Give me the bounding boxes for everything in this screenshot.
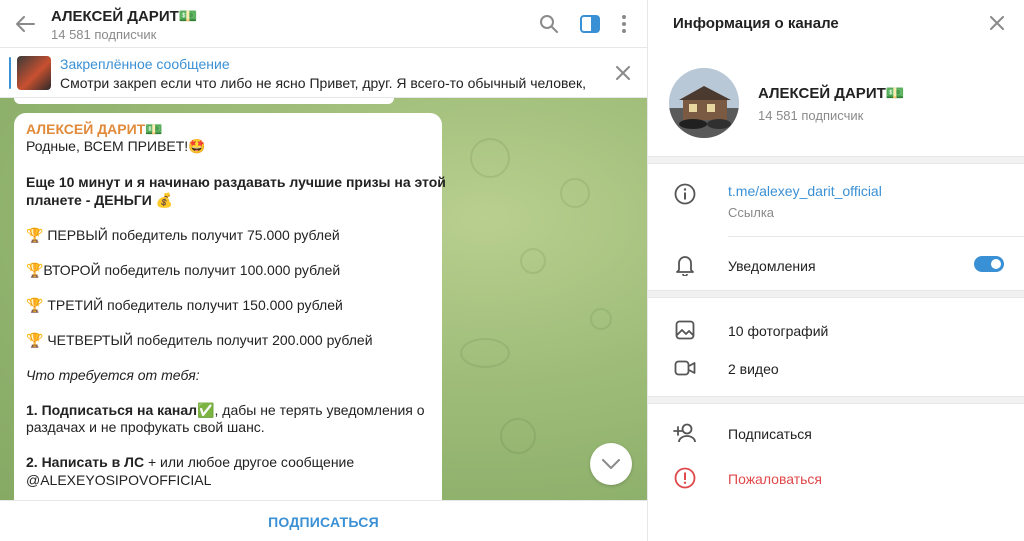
- channel-subscribers: 14 581 подписчик: [51, 27, 157, 42]
- step-1-continued: раздачах и не профукать свой шанс.: [26, 419, 265, 435]
- videos-link[interactable]: 2 видео: [728, 361, 779, 377]
- video-icon: [674, 360, 696, 376]
- sidebar-toggle-icon: [580, 15, 600, 33]
- info-subscribers: 14 581 подписчик: [758, 108, 864, 123]
- back-button[interactable]: [12, 12, 38, 36]
- close-icon: [616, 66, 630, 80]
- pinned-message-bar[interactable]: Закреплённое сообщение Смотри закреп есл…: [0, 48, 647, 98]
- report-icon: [674, 467, 696, 489]
- prize-line: 🏆ВТОРОЙ победитель получит 100.000 рубле…: [26, 262, 341, 278]
- pinned-close-button[interactable]: [612, 62, 634, 84]
- chat-footer: ПОДПИСАТЬСЯ: [0, 500, 647, 541]
- divider: [648, 396, 1024, 404]
- prize-line: 🏆 ПЕРВЫЙ победитель получит 75.000 рубле…: [26, 227, 340, 243]
- channel-avatar[interactable]: [669, 68, 739, 138]
- chat-header: АЛЕКСЕЙ ДАРИТ💵 14 581 подписчик: [0, 0, 647, 48]
- info-panel-title: Информация о канале: [673, 15, 839, 32]
- step-1-bold: 1. Подписаться на канал✅: [26, 402, 215, 418]
- prize-line: 🏆 ЧЕТВЕРТЫЙ победитель получит 200.000 р…: [26, 332, 373, 348]
- channel-title[interactable]: АЛЕКСЕЙ ДАРИТ💵: [51, 7, 197, 25]
- report-button[interactable]: Пожаловаться: [728, 471, 822, 487]
- videos-row-icon: [672, 355, 698, 381]
- info-subscribe-button[interactable]: Подписаться: [728, 426, 812, 442]
- photo-icon: [675, 320, 695, 340]
- info-icon: [674, 183, 696, 205]
- bell-icon: [676, 256, 694, 276]
- divider: [648, 156, 1024, 164]
- step-1: 1. Подписаться на канал✅, дабы не терять…: [26, 402, 425, 419]
- notifications-label: Уведомления: [728, 258, 816, 274]
- requirements-heading: Что требуется от тебя:: [26, 367, 200, 383]
- message-greeting: Родные, ВСЕМ ПРИВЕТ!🤩: [26, 138, 206, 154]
- sidebar-toggle-button[interactable]: [577, 11, 603, 37]
- pinned-indicator: [9, 57, 11, 89]
- message-author[interactable]: АЛЕКСЕЙ ДАРИТ💵: [26, 121, 163, 138]
- photos-row-icon: [672, 317, 698, 343]
- prize-line: 🏆 ТРЕТИЙ победитель получит 150.000 рубл…: [26, 297, 343, 313]
- chevron-down-icon: [602, 459, 620, 469]
- divider: [728, 236, 1024, 237]
- info-channel-name: АЛЕКСЕЙ ДАРИТ💵: [758, 85, 905, 102]
- pinned-thumbnail: [17, 56, 51, 90]
- channel-info-panel: Информация о канале АЛЕКСЕЙ ДАРИТ💵 14 58…: [647, 0, 1024, 541]
- notifications-row-icon: [672, 252, 698, 278]
- message-headline-2: планете - ДЕНЬГИ 💰: [26, 192, 174, 208]
- channel-link-label: Ссылка: [728, 205, 775, 220]
- pinned-title: Закреплённое сообщение: [60, 56, 230, 72]
- report-row-icon: [672, 465, 698, 491]
- channel-message: АЛЕКСЕЙ ДАРИТ💵 Родные, ВСЕМ ПРИВЕТ!🤩 Еще…: [14, 113, 446, 513]
- info-close-button[interactable]: [986, 12, 1008, 34]
- scroll-down-button[interactable]: [590, 443, 632, 485]
- close-icon: [990, 16, 1004, 30]
- step-2-rest: + или любое другое сообщение: [144, 454, 355, 470]
- previous-message-tail: [14, 98, 394, 104]
- subscribe-button[interactable]: ПОДПИСАТЬСЯ: [0, 501, 647, 541]
- message-headline: Еще 10 минут и я начинаю раздавать лучши…: [26, 174, 446, 190]
- avatar-image: [669, 68, 739, 138]
- info-row-icon: [672, 181, 698, 207]
- subscribe-row-icon: [672, 420, 698, 446]
- step-2-bold: 2. Написать в ЛС: [26, 454, 145, 470]
- pinned-text: Смотри закреп если что либо не ясно Прив…: [60, 75, 590, 91]
- step-1-rest: , дабы не терять уведомления о: [214, 402, 425, 418]
- channel-link[interactable]: t.me/alexey_darit_official: [728, 183, 882, 199]
- back-arrow-icon: [16, 16, 35, 32]
- chat-pane: АЛЕКСЕЙ ДАРИТ💵 14 581 подписчик Закреплё…: [0, 0, 647, 541]
- search-button[interactable]: [536, 11, 562, 37]
- more-button[interactable]: [611, 11, 637, 37]
- toggle-knob: [989, 257, 1003, 271]
- notifications-toggle[interactable]: [974, 256, 1004, 272]
- more-vertical-icon: [622, 15, 626, 33]
- step-2-link[interactable]: @ALEXEYOSIPOVOFFICIAL: [26, 472, 211, 488]
- search-icon: [540, 15, 558, 33]
- photos-link[interactable]: 10 фотографий: [728, 323, 828, 339]
- step-2: 2. Написать в ЛС + или любое другое сооб…: [26, 454, 354, 470]
- divider: [648, 290, 1024, 298]
- add-user-icon: [673, 423, 696, 443]
